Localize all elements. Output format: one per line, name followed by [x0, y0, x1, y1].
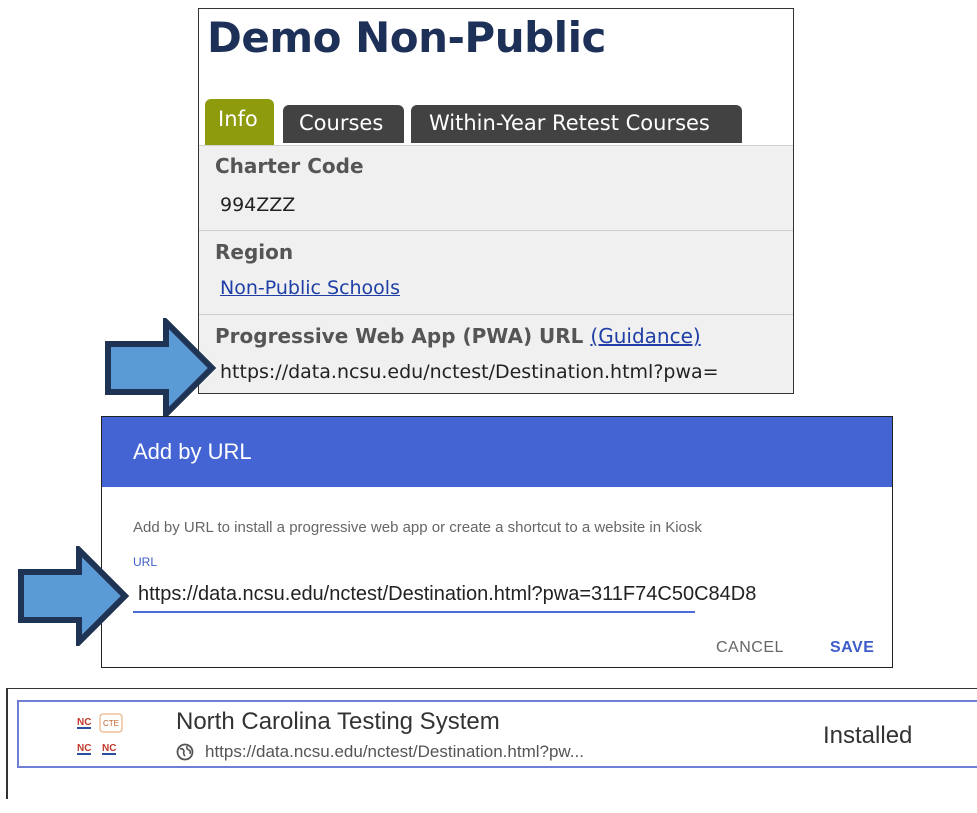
icon-label-nc: NC: [102, 743, 116, 754]
divider: [199, 314, 793, 315]
pwa-url-label: Progressive Web App (PWA) URL: [215, 324, 584, 348]
page-title: Demo Non-Public: [207, 13, 606, 62]
app-icon: NC CTE NC NC: [75, 712, 123, 755]
save-button[interactable]: SAVE: [830, 639, 874, 657]
region-value-wrapper: Non-Public Schools: [220, 277, 400, 299]
school-info-panel: Demo Non-Public Info Courses Within-Year…: [198, 8, 794, 394]
dialog-header: Add by URL: [102, 417, 892, 487]
app-name: North Carolina Testing System: [176, 708, 500, 735]
add-by-url-dialog: Add by URL Add by URL to install a progr…: [101, 416, 893, 668]
url-field-label: URL: [133, 555, 158, 569]
guidance-link[interactable]: (Guidance): [590, 324, 700, 348]
tab-info[interactable]: Info: [205, 99, 274, 145]
installed-apps-panel: NC CTE NC NC North Carolina Testing Syst…: [0, 684, 977, 802]
arrow-icon: [105, 318, 216, 418]
dialog-title: Add by URL: [133, 439, 252, 464]
globe-icon: [176, 743, 194, 761]
charter-code-value: 994ZZZ: [220, 194, 296, 216]
region-link[interactable]: Non-Public Schools: [220, 277, 400, 299]
pwa-url-value: https://data.ncsu.edu/nctest/Destination…: [220, 361, 719, 383]
icon-label-nc: NC: [77, 743, 91, 754]
divider: [199, 230, 793, 231]
tab-courses[interactable]: Courses: [283, 105, 404, 143]
cancel-button[interactable]: CANCEL: [716, 639, 784, 657]
charter-code-label: Charter Code: [215, 154, 364, 178]
arrow-icon: [18, 546, 129, 646]
tab-within-year-retest-courses[interactable]: Within-Year Retest Courses: [411, 105, 742, 143]
pwa-url-label-row: Progressive Web App (PWA) URL (Guidance): [215, 324, 701, 348]
info-section: Charter Code 994ZZZ Region Non-Public Sc…: [199, 145, 793, 393]
icon-label-cte: CTE: [103, 719, 119, 728]
app-url: https://data.ncsu.edu/nctest/Destination…: [205, 742, 584, 761]
dialog-description: Add by URL to install a progressive web …: [133, 519, 702, 536]
url-input-value[interactable]: https://data.ncsu.edu/nctest/Destination…: [138, 583, 756, 606]
app-list-item[interactable]: NC CTE NC NC North Carolina Testing Syst…: [17, 700, 977, 768]
icon-label-nc: NC: [77, 717, 91, 728]
region-label: Region: [215, 240, 294, 264]
installed-status: Installed: [823, 722, 913, 749]
